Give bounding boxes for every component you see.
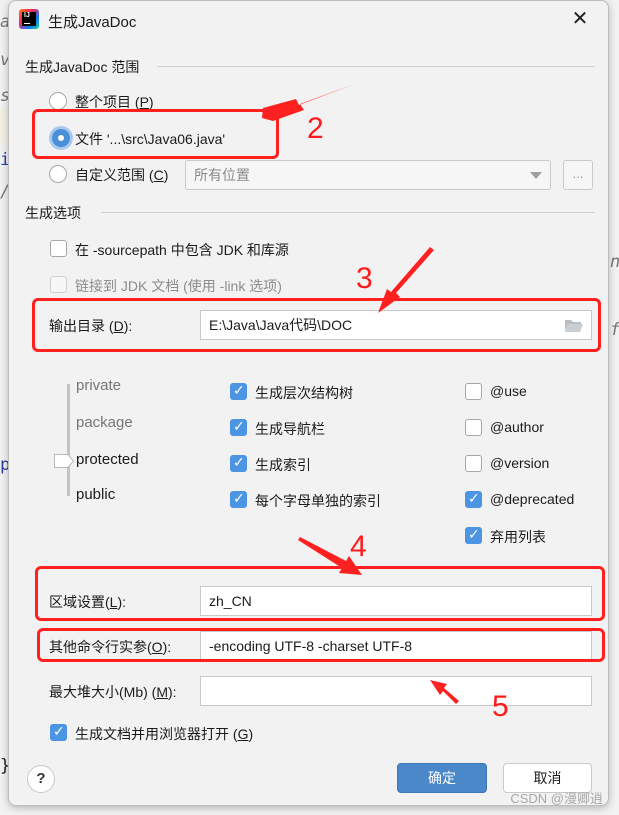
label-text: 其他命令行实参( <box>49 639 152 655</box>
link-jdk-checkbox <box>50 276 67 293</box>
other-args-label: 其他命令行实参(O): <box>49 637 171 657</box>
include-jdk-checkbox[interactable] <box>50 240 67 257</box>
label-suffix: ): <box>117 594 127 610</box>
chevron-down-icon <box>530 172 542 179</box>
watermark: CSDN @漫卿逍 <box>510 791 603 806</box>
split-index-checkbox[interactable] <box>230 490 247 508</box>
navbar-label: 生成导航栏 <box>255 421 325 437</box>
max-heap-input[interactable] <box>200 676 592 706</box>
deprecated-list-checkbox[interactable] <box>465 526 482 544</box>
label-suffix: ) <box>248 726 254 742</box>
annotation-number-2: 2 <box>307 112 324 145</box>
max-heap-label: 最大堆大小(Mb) (M): <box>49 682 177 702</box>
mnemonic: M <box>156 684 168 700</box>
output-dir-value: E:\Java\Java代码\DOC <box>209 317 353 333</box>
app-icon-text: IJ <box>24 12 30 19</box>
split-index-label: 每个字母单独的索引 <box>255 493 381 509</box>
hierarchy-tree-label: 生成层次结构树 <box>255 385 353 401</box>
tag-author-label: @author <box>490 419 544 435</box>
annotation-number-4: 4 <box>350 530 367 563</box>
label-text: 最大堆大小(Mb) ( <box>49 684 157 700</box>
dropdown-value: 所有位置 <box>194 167 250 183</box>
tag-deprecated-checkbox[interactable] <box>465 490 482 508</box>
dialog-title: 生成JavaDoc <box>48 14 137 31</box>
radio-label-suffix: ) <box>163 167 169 183</box>
close-button[interactable]: ✕ <box>569 8 591 30</box>
index-label: 生成索引 <box>255 457 311 473</box>
radio-label: 整个项目 ( <box>75 94 140 110</box>
ok-button[interactable]: 确定 <box>397 763 487 793</box>
label-suffix: ): <box>123 318 133 334</box>
deprecated-list-label: 弃用列表 <box>490 529 546 545</box>
annotation-number-5: 5 <box>492 690 509 723</box>
include-jdk-label: 在 -sourcepath 中包含 JDK 和库源 <box>75 242 289 258</box>
visibility-private[interactable]: private <box>76 377 121 394</box>
tag-use-label: @use <box>490 383 527 399</box>
label-text: 输出目录 ( <box>49 318 114 334</box>
radio-label-suffix: ) <box>148 94 154 110</box>
help-button[interactable]: ? <box>27 765 55 793</box>
question-icon: ? <box>36 770 46 787</box>
tag-version-label: @version <box>490 455 550 471</box>
radio-label: 自定义范围 ( <box>75 167 154 183</box>
options-section-title: 生成选项 <box>25 205 81 221</box>
mnemonic: O <box>151 639 163 655</box>
intellij-idea-icon: IJ <box>19 9 39 29</box>
output-dir-label: 输出目录 (D): <box>49 316 132 336</box>
mnemonic: C <box>153 167 164 183</box>
radio-custom-scope[interactable] <box>49 165 67 183</box>
radio-label: 文件 '...\src\Java06.java' <box>75 131 226 147</box>
visibility-slider-track[interactable] <box>67 384 70 496</box>
editor-fragment: f <box>610 320 619 340</box>
visibility-public[interactable]: public <box>76 486 115 503</box>
close-icon: ✕ <box>571 8 589 30</box>
open-browser-label: 生成文档并用浏览器打开 (G) <box>75 724 253 744</box>
visibility-slider-thumb[interactable] <box>53 453 75 469</box>
open-browser-checkbox[interactable] <box>50 723 67 741</box>
output-dir-input[interactable]: E:\Java\Java代码\DOC <box>200 310 592 340</box>
navbar-checkbox[interactable] <box>230 418 247 436</box>
mnemonic: D <box>113 318 124 334</box>
mnemonic: G <box>237 726 249 742</box>
radio-whole-project[interactable] <box>49 92 67 110</box>
scope-separator <box>157 66 595 67</box>
annotation-number-3: 3 <box>356 262 373 295</box>
label-text: 生成文档并用浏览器打开 ( <box>75 726 238 742</box>
visibility-package[interactable]: package <box>76 414 133 431</box>
scope-section-title: 生成JavaDoc 范围 <box>25 59 140 75</box>
tag-version-checkbox[interactable] <box>465 455 482 472</box>
tag-author-checkbox[interactable] <box>465 419 482 436</box>
index-checkbox[interactable] <box>230 454 247 472</box>
label-text: 区域设置( <box>49 594 110 610</box>
link-jdk-label: 链接到 JDK 文档 (使用 -link 选项) <box>75 278 282 294</box>
editor-fragment: n <box>610 252 619 272</box>
scope-more-button[interactable]: ... <box>563 160 593 190</box>
tag-deprecated-label: @deprecated <box>490 491 575 507</box>
options-separator <box>101 212 595 213</box>
mnemonic: P <box>139 94 149 110</box>
tag-use-checkbox[interactable] <box>465 383 482 400</box>
visibility-protected[interactable]: protected <box>76 451 139 468</box>
custom-scope-dropdown[interactable]: 所有位置 <box>185 160 551 190</box>
locale-label: 区域设置(L): <box>49 592 126 612</box>
label-suffix: ): <box>168 684 177 700</box>
other-args-input[interactable]: -encoding UTF-8 -charset UTF-8 <box>200 631 592 661</box>
locale-input[interactable]: zh_CN <box>200 586 592 616</box>
radio-current-file[interactable] <box>52 129 70 147</box>
folder-icon[interactable] <box>565 319 583 332</box>
hierarchy-tree-checkbox[interactable] <box>230 382 247 400</box>
label-suffix: ): <box>162 639 172 655</box>
